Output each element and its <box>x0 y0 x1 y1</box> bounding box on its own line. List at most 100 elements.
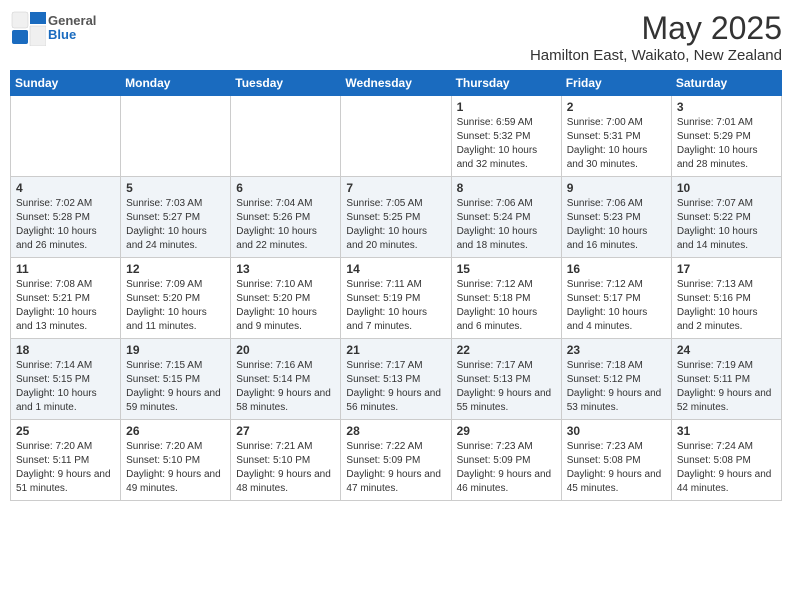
day-cell-5: 5Sunrise: 7:03 AMSunset: 5:27 PMDaylight… <box>121 177 231 258</box>
day-cell-11: 11Sunrise: 7:08 AMSunset: 5:21 PMDayligh… <box>11 258 121 339</box>
week-row-1: 1Sunrise: 6:59 AMSunset: 5:32 PMDaylight… <box>11 96 782 177</box>
logo: General Blue <box>10 10 96 46</box>
day-info: Sunrise: 7:23 AMSunset: 5:09 PMDaylight:… <box>457 440 556 496</box>
empty-cell <box>121 96 231 177</box>
day-number: 6 <box>236 181 335 195</box>
day-info: Sunrise: 7:00 AMSunset: 5:31 PMDaylight:… <box>567 116 666 172</box>
day-cell-4: 4 Sunrise: 7:02 AMSunset: 5:28 PMDaylight… <box>11 177 121 258</box>
day-info: Sunrise: 7:08 AMSunset: 5:21 PMDaylight:… <box>16 278 115 334</box>
day-info: Sunrise: 7:06 AMSunset: 5:24 PMDaylight:… <box>457 197 556 253</box>
day-cell-28: 28 Sunrise: 7:22 AMSunset: 5:09 PMDayligh… <box>341 420 451 501</box>
weekday-header-monday: Monday <box>121 71 231 96</box>
day-cell-23: 23Sunrise: 7:18 AMSunset: 5:12 PMDayligh… <box>561 339 671 420</box>
empty-cell <box>11 96 121 177</box>
day-number: 13 <box>236 262 335 276</box>
day-info: Sunrise: 7:19 AMSunset: 5:11 PMDaylight:… <box>677 359 776 415</box>
day-cell-12: 12Sunrise: 7:09 AMSunset: 5:20 PMDayligh… <box>121 258 231 339</box>
day-info: Sunrise: 7:07 AMSunset: 5:22 PMDaylight:… <box>677 197 776 253</box>
logo-text: General Blue <box>48 14 96 43</box>
day-cell-2: 2 Sunrise: 7:00 AMSunset: 5:31 PMDaylight… <box>561 96 671 177</box>
title-area: May 2025 Hamilton East, Waikato, New Zea… <box>530 10 782 64</box>
day-cell-14: 14 Sunrise: 7:11 AMSunset: 5:19 PMDayligh… <box>341 258 451 339</box>
weekday-header-thursday: Thursday <box>451 71 561 96</box>
page-header: General Blue May 2025 Hamilton East, Wai… <box>10 10 782 64</box>
day-number: 14 <box>346 262 445 276</box>
day-info: Sunrise: 7:02 AMSunset: 5:28 PMDaylight:… <box>16 197 115 253</box>
day-info: Sunrise: 7:09 AMSunset: 5:20 PMDaylight:… <box>126 278 225 334</box>
day-cell-30: 30 Sunrise: 7:23 AMSunset: 5:08 PMDayligh… <box>561 420 671 501</box>
day-info: Sunrise: 7:16 AMSunset: 5:14 PMDaylight:… <box>236 359 335 415</box>
day-info: Sunrise: 7:22 AMSunset: 5:09 PMDaylight:… <box>346 440 445 496</box>
day-info: Sunrise: 7:14 AMSunset: 5:15 PMDaylight:… <box>16 359 115 415</box>
week-row-2: 4 Sunrise: 7:02 AMSunset: 5:28 PMDaylight… <box>11 177 782 258</box>
day-cell-25: 25 Sunrise: 7:20 AMSunset: 5:11 PMDayligh… <box>11 420 121 501</box>
day-cell-6: 6 Sunrise: 7:04 AMSunset: 5:26 PMDaylight… <box>231 177 341 258</box>
weekday-header-wednesday: Wednesday <box>341 71 451 96</box>
day-cell-3: 3 Sunrise: 7:01 AMSunset: 5:29 PMDaylight… <box>671 96 781 177</box>
day-cell-21: 21 Sunrise: 7:17 AMSunset: 5:13 PMDayligh… <box>341 339 451 420</box>
month-title: May 2025 <box>530 10 782 47</box>
day-number: 30 <box>567 424 666 438</box>
day-number: 9 <box>567 181 666 195</box>
day-cell-13: 13 Sunrise: 7:10 AMSunset: 5:20 PMDayligh… <box>231 258 341 339</box>
day-number: 19 <box>126 343 225 357</box>
day-number: 2 <box>567 100 666 114</box>
weekday-header-friday: Friday <box>561 71 671 96</box>
day-number: 20 <box>236 343 335 357</box>
weekday-header-saturday: Saturday <box>671 71 781 96</box>
day-cell-31: 31Sunrise: 7:24 AMSunset: 5:08 PMDayligh… <box>671 420 781 501</box>
day-number: 15 <box>457 262 556 276</box>
day-info: Sunrise: 7:21 AMSunset: 5:10 PMDaylight:… <box>236 440 335 496</box>
day-info: Sunrise: 7:10 AMSunset: 5:20 PMDaylight:… <box>236 278 335 334</box>
empty-cell <box>231 96 341 177</box>
day-number: 27 <box>236 424 335 438</box>
day-cell-10: 10 Sunrise: 7:07 AMSunset: 5:22 PMDayligh… <box>671 177 781 258</box>
day-info: Sunrise: 7:01 AMSunset: 5:29 PMDaylight:… <box>677 116 776 172</box>
day-info: Sunrise: 7:20 AMSunset: 5:10 PMDaylight:… <box>126 440 225 496</box>
day-number: 7 <box>346 181 445 195</box>
day-cell-19: 19 Sunrise: 7:15 AMSunset: 5:15 PMDayligh… <box>121 339 231 420</box>
day-info: Sunrise: 7:20 AMSunset: 5:11 PMDaylight:… <box>16 440 115 496</box>
day-number: 24 <box>677 343 776 357</box>
day-cell-26: 26 Sunrise: 7:20 AMSunset: 5:10 PMDayligh… <box>121 420 231 501</box>
day-number: 3 <box>677 100 776 114</box>
logo-container: General Blue <box>10 10 96 46</box>
day-cell-20: 20 Sunrise: 7:16 AMSunset: 5:14 PMDayligh… <box>231 339 341 420</box>
day-info: Sunrise: 7:11 AMSunset: 5:19 PMDaylight:… <box>346 278 445 334</box>
day-number: 31 <box>677 424 776 438</box>
week-row-5: 25 Sunrise: 7:20 AMSunset: 5:11 PMDayligh… <box>11 420 782 501</box>
day-cell-18: 18 Sunrise: 7:14 AMSunset: 5:15 PMDayligh… <box>11 339 121 420</box>
day-info: Sunrise: 7:17 AMSunset: 5:13 PMDaylight:… <box>457 359 556 415</box>
day-info: Sunrise: 7:12 AMSunset: 5:17 PMDaylight:… <box>567 278 666 334</box>
day-info: Sunrise: 7:04 AMSunset: 5:26 PMDaylight:… <box>236 197 335 253</box>
day-cell-9: 9 Sunrise: 7:06 AMSunset: 5:23 PMDaylight… <box>561 177 671 258</box>
day-cell-17: 17Sunrise: 7:13 AMSunset: 5:16 PMDayligh… <box>671 258 781 339</box>
day-number: 17 <box>677 262 776 276</box>
day-number: 5 <box>126 181 225 195</box>
day-number: 26 <box>126 424 225 438</box>
day-cell-24: 24 Sunrise: 7:19 AMSunset: 5:11 PMDayligh… <box>671 339 781 420</box>
day-number: 10 <box>677 181 776 195</box>
location-title: Hamilton East, Waikato, New Zealand <box>530 47 782 64</box>
day-cell-29: 29 Sunrise: 7:23 AMSunset: 5:09 PMDayligh… <box>451 420 561 501</box>
day-number: 28 <box>346 424 445 438</box>
day-info: Sunrise: 7:12 AMSunset: 5:18 PMDaylight:… <box>457 278 556 334</box>
day-number: 4 <box>16 181 115 195</box>
day-info: Sunrise: 7:23 AMSunset: 5:08 PMDaylight:… <box>567 440 666 496</box>
day-number: 8 <box>457 181 556 195</box>
week-row-3: 11Sunrise: 7:08 AMSunset: 5:21 PMDayligh… <box>11 258 782 339</box>
day-number: 25 <box>16 424 115 438</box>
day-number: 21 <box>346 343 445 357</box>
empty-cell <box>341 96 451 177</box>
day-cell-1: 1Sunrise: 6:59 AMSunset: 5:32 PMDaylight… <box>451 96 561 177</box>
day-number: 18 <box>16 343 115 357</box>
day-number: 16 <box>567 262 666 276</box>
day-number: 29 <box>457 424 556 438</box>
weekday-header-sunday: Sunday <box>11 71 121 96</box>
day-info: Sunrise: 7:15 AMSunset: 5:15 PMDaylight:… <box>126 359 225 415</box>
day-info: Sunrise: 7:17 AMSunset: 5:13 PMDaylight:… <box>346 359 445 415</box>
day-info: Sunrise: 7:06 AMSunset: 5:23 PMDaylight:… <box>567 197 666 253</box>
weekday-header-row: SundayMondayTuesdayWednesdayThursdayFrid… <box>11 71 782 96</box>
week-row-4: 18 Sunrise: 7:14 AMSunset: 5:15 PMDayligh… <box>11 339 782 420</box>
day-cell-27: 27 Sunrise: 7:21 AMSunset: 5:10 PMDayligh… <box>231 420 341 501</box>
